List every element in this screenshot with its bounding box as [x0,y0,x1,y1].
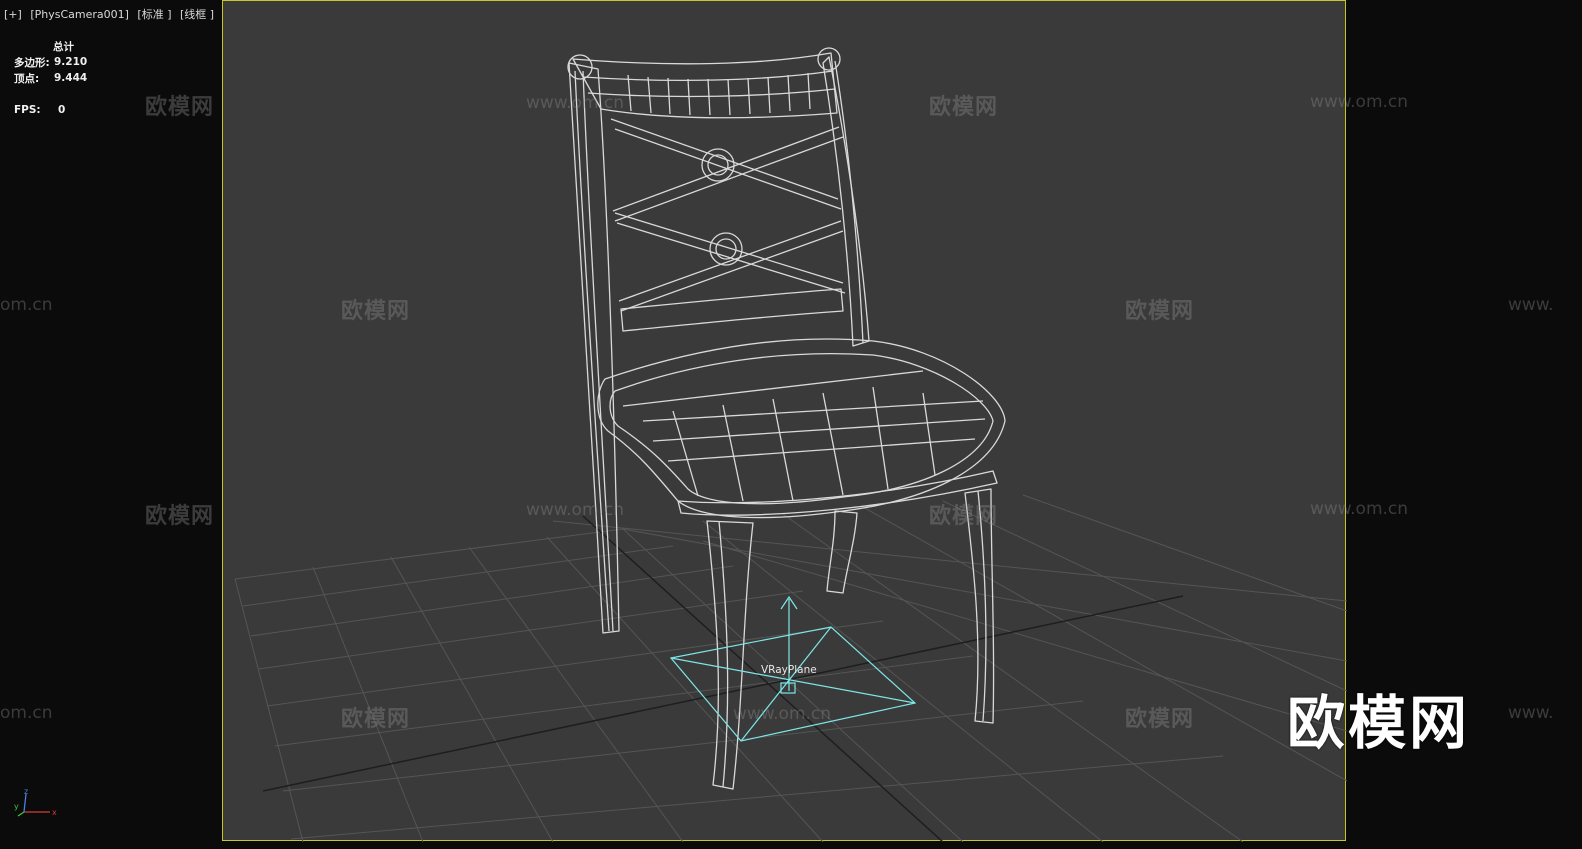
viewport-camera-label[interactable]: [PhysCamera001] [30,8,129,21]
stats-title: 总计 [53,40,74,53]
viewport-display-mode-label[interactable]: [线框 ] [180,8,214,21]
watermark-brand: 欧模网 [1125,299,1195,324]
axis-z-label: z [24,787,28,796]
viewport-shading-label[interactable]: [标准 ] [137,8,171,21]
watermark-brand: 欧模网 [1125,707,1195,732]
watermark-url-cut: om.cn [0,703,53,723]
axis-x-label: x [52,808,57,817]
watermark-brand: 欧模网 [929,504,999,529]
stats-vertices-value: 9.444 [54,72,88,84]
watermark-url-cut: www. [1508,703,1554,723]
watermark-brand: 欧模网 [145,504,215,529]
watermark-url: www.om.cn [1310,499,1409,519]
watermark-brand: 欧模网 [341,299,411,324]
watermark-url: www.om.cn [526,93,625,113]
stats-vertices-label: 顶点: [14,72,40,85]
stats-fps-row: FPS: 0 [14,102,87,118]
watermark-brand: 欧模网 [929,95,999,120]
active-viewport[interactable]: 欧模网 www.om.cn 欧模网 欧模网 欧模网 欧模网 www.om.cn … [145,0,1347,842]
watermark-url-cut: www. [1508,295,1554,315]
statistics-overlay: 总计 多边形: 9.210 顶点: 9.444 FPS: 0 [14,38,87,118]
vrayplane-label: VRayPlane [761,664,817,676]
brand-logo: 欧模网 [1287,689,1471,757]
axis-y-label: y [14,802,19,811]
watermark-url: www.om.cn [733,704,832,724]
chair-wireframe[interactable] [567,47,1006,790]
stats-fps-value: 0 [58,104,66,116]
axis-tripod-icon: x y z [14,787,57,817]
watermark-url: www.om.cn [1310,92,1409,112]
stats-polygons-value: 9.210 [54,56,88,68]
watermark-brand: 欧模网 [145,95,215,120]
watermark-brand: 欧模网 [341,707,411,732]
viewport-menu-plus[interactable]: [+] [4,8,22,21]
stats-polygons-row: 多边形: 9.210 [14,54,87,70]
stats-vertices-row: 顶点: 9.444 [14,70,87,86]
watermark-url: www.om.cn [526,500,625,520]
stats-polygons-label: 多边形: [14,56,50,69]
viewport-label[interactable]: [+] [PhysCamera001] [标准 ] [线框 ] [4,6,219,22]
stats-fps-label: FPS: [14,104,41,116]
watermark-url-cut: om.cn [0,295,53,315]
